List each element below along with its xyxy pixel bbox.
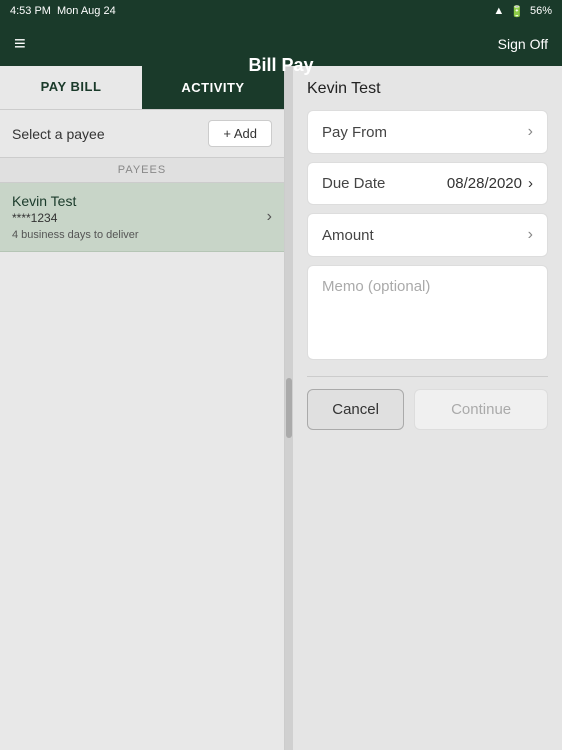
due-date-row[interactable]: Due Date 08/28/2020 › [307, 162, 548, 205]
due-date-chevron-icon: › [528, 175, 533, 192]
payee-info: Kevin Test ****1234 4 business days to d… [12, 193, 139, 241]
select-payee-row: Select a payee + Add [0, 110, 284, 158]
panel-divider [285, 66, 293, 750]
due-date-value: 08/28/2020 › [447, 175, 533, 192]
battery-icon: 🔋 [510, 5, 524, 18]
pay-from-row[interactable]: Pay From › [307, 110, 548, 154]
payee-name: Kevin Test [12, 193, 139, 209]
memo-box[interactable]: Memo (optional) [307, 265, 548, 360]
memo-placeholder: Memo (optional) [322, 278, 430, 295]
status-left: 4:53 PM Mon Aug 24 [10, 5, 116, 17]
due-date-label: Due Date [322, 175, 385, 192]
status-bar: 4:53 PM Mon Aug 24 ▲ 🔋 56% [0, 0, 562, 22]
tab-pay-bill[interactable]: PAY BILL [0, 66, 142, 109]
continue-button[interactable]: Continue [414, 389, 548, 430]
payee-account: ****1234 [12, 211, 139, 225]
wifi-icon: ▲ [493, 5, 504, 17]
right-panel: Kevin Test Pay From › Due Date 08/28/202… [293, 66, 562, 750]
select-payee-label: Select a payee [12, 126, 105, 142]
scrollbar-thumb[interactable] [286, 378, 292, 438]
amount-label: Amount [322, 227, 374, 244]
status-day: Mon Aug 24 [57, 5, 116, 17]
payees-section-label: PAYEES [0, 158, 284, 183]
amount-chevron-icon: › [528, 226, 533, 244]
buttons-row: Cancel Continue [307, 389, 548, 430]
status-right: ▲ 🔋 56% [493, 5, 552, 18]
tabs: PAY BILL ACTIVITY [0, 66, 284, 110]
payee-delivery: 4 business days to deliver [12, 229, 139, 241]
selected-payee-name: Kevin Test [307, 80, 548, 98]
left-panel: PAY BILL ACTIVITY Select a payee + Add P… [0, 66, 285, 750]
battery-pct: 56% [530, 5, 552, 17]
add-payee-button[interactable]: + Add [208, 120, 272, 147]
sign-off-button[interactable]: Sign Off [498, 36, 548, 52]
pay-from-chevron-icon: › [528, 123, 533, 141]
payee-chevron-icon: › [267, 208, 272, 226]
pay-from-label: Pay From [322, 124, 387, 141]
form-divider [307, 376, 548, 377]
menu-icon[interactable]: ≡ [14, 33, 26, 56]
payee-item[interactable]: Kevin Test ****1234 4 business days to d… [0, 183, 284, 252]
app-header: ≡ Bill Pay Sign Off [0, 22, 562, 66]
main-layout: PAY BILL ACTIVITY Select a payee + Add P… [0, 66, 562, 750]
cancel-button[interactable]: Cancel [307, 389, 404, 430]
amount-row[interactable]: Amount › [307, 213, 548, 257]
status-time: 4:53 PM [10, 5, 51, 17]
header-title: Bill Pay [248, 55, 313, 76]
